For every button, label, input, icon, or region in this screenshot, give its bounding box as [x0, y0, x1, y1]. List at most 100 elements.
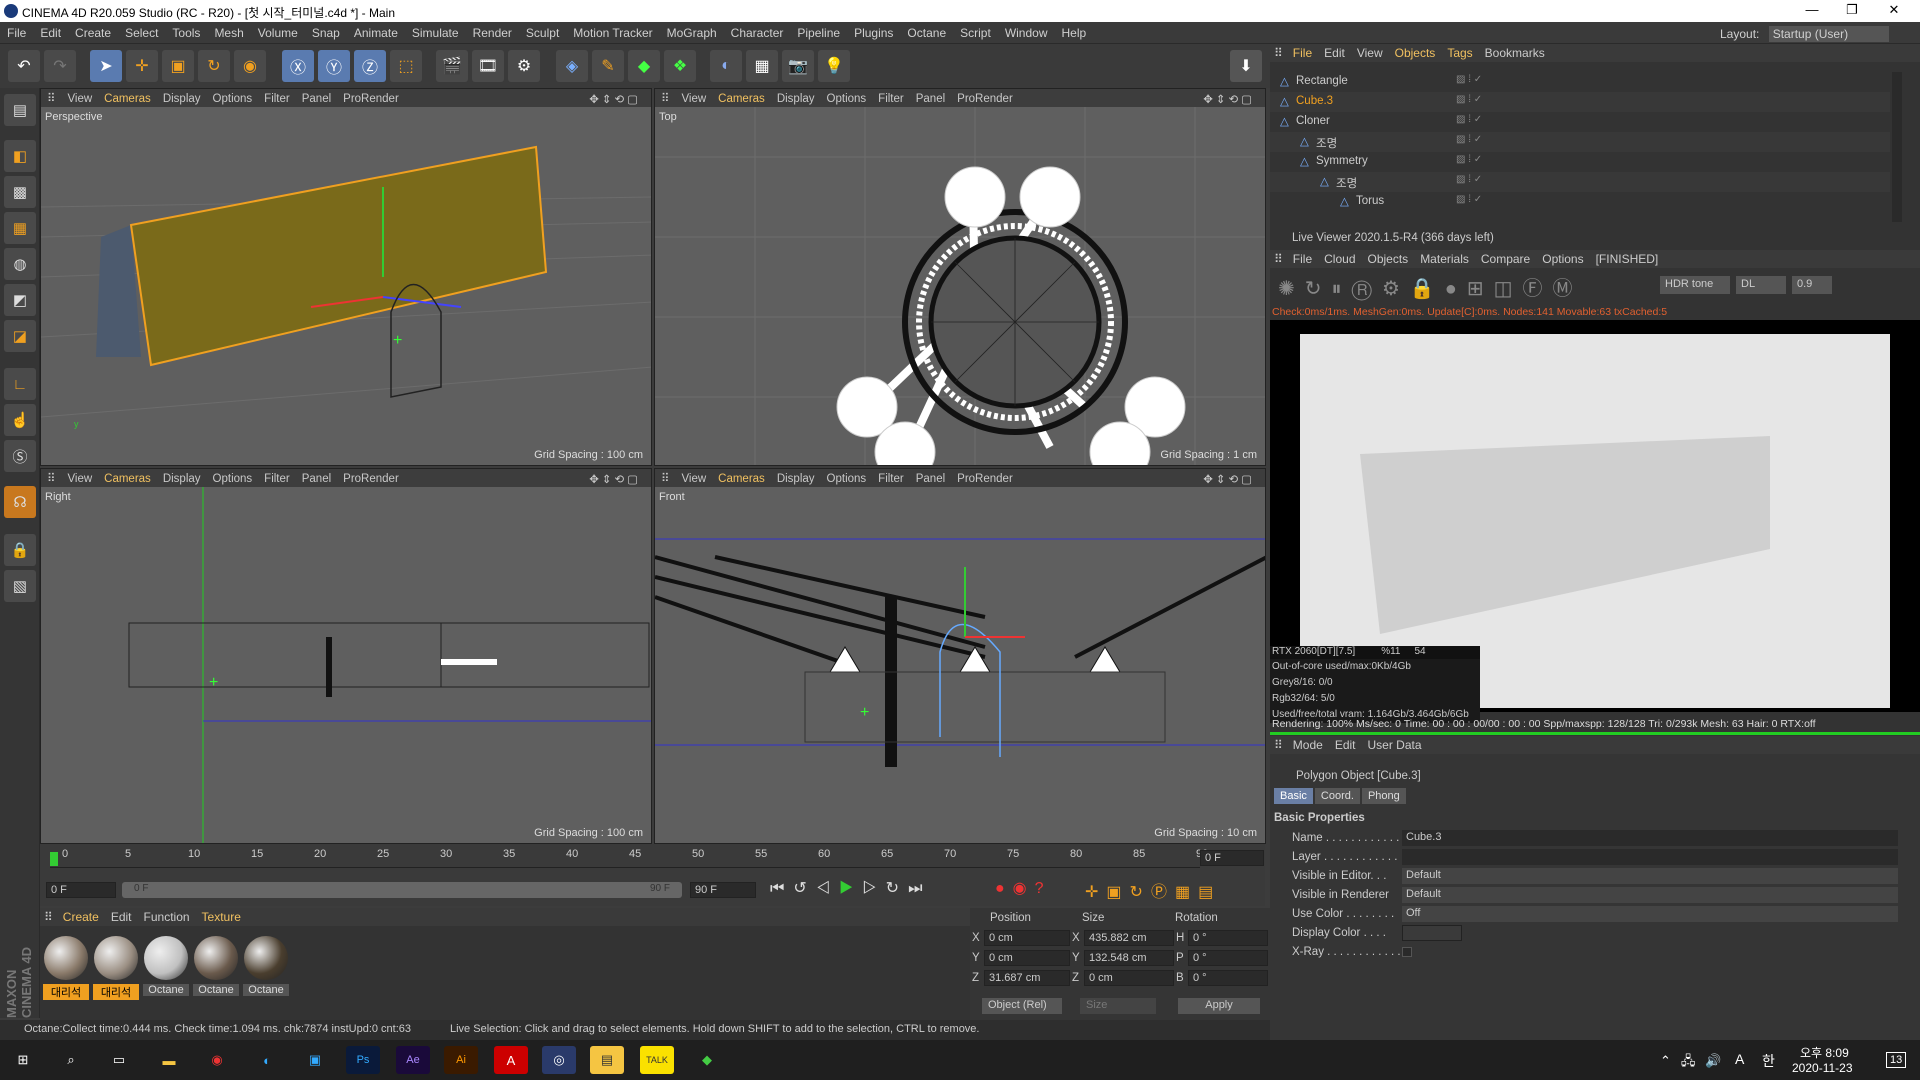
- object-menu-bookmarks[interactable]: Bookmarks: [1479, 44, 1551, 62]
- drag-handle-icon[interactable]: ⠿: [1270, 44, 1287, 62]
- viewport-menu-filter[interactable]: Filter: [258, 91, 296, 107]
- close-button[interactable]: ✕: [1872, 2, 1916, 18]
- tray-expand-icon[interactable]: ⌃: [1660, 1053, 1681, 1068]
- object-name[interactable]: 조명: [1336, 175, 1357, 191]
- object-menu-edit[interactable]: Edit: [1318, 44, 1351, 62]
- axis-mode-icon[interactable]: ∟: [4, 368, 36, 400]
- coord-mode-select[interactable]: Object (Rel): [982, 998, 1062, 1014]
- coord-system-icon[interactable]: ⬚: [390, 50, 422, 82]
- timeline-ruler[interactable]: 051015202530354045505560657075808590: [50, 846, 1208, 868]
- position-field[interactable]: [984, 970, 1070, 986]
- subdivision-icon[interactable]: ◆: [628, 50, 660, 82]
- light-icon[interactable]: 💡: [818, 50, 850, 82]
- clay-icon[interactable]: ◫: [1494, 278, 1523, 300]
- y-axis-icon[interactable]: Ⓨ: [318, 50, 350, 82]
- drag-handle-icon[interactable]: ⠿: [41, 469, 61, 487]
- menu-motion-tracker[interactable]: Motion Tracker: [566, 22, 659, 44]
- tab-phong[interactable]: Phong: [1361, 788, 1406, 804]
- rotate-icon[interactable]: ↻: [198, 50, 230, 82]
- object-row[interactable]: △ Torus ▨ ⁞ ✓: [1270, 192, 1890, 212]
- goto-end-icon[interactable]: ⏭: [908, 880, 931, 897]
- drag-handle-icon[interactable]: ⠿: [1270, 736, 1287, 754]
- camera-icon[interactable]: 📷: [782, 50, 814, 82]
- material-swatch[interactable]: [94, 936, 138, 980]
- lock-icon[interactable]: 🔒: [1410, 278, 1445, 300]
- viewport-menu-panel[interactable]: Panel: [296, 471, 337, 487]
- visibility-dots-icon[interactable]: ▨ ⁞ ✓: [1456, 194, 1482, 205]
- live-menu-objects[interactable]: Objects: [1362, 250, 1415, 268]
- next-frame-icon[interactable]: ▷: [862, 880, 885, 897]
- menu-mesh[interactable]: Mesh: [207, 22, 250, 44]
- viewport-menu-view[interactable]: View: [61, 471, 98, 487]
- key-scale-icon[interactable]: ▣: [1106, 884, 1129, 901]
- viewport-menu-cameras[interactable]: Cameras: [712, 91, 771, 107]
- kakaotalk-icon[interactable]: TALK: [640, 1046, 674, 1074]
- live-menu-materials[interactable]: Materials: [1414, 250, 1475, 268]
- drag-handle-icon[interactable]: ⠿: [655, 469, 675, 487]
- menu-help[interactable]: Help: [1055, 22, 1094, 44]
- drag-handle-icon[interactable]: ⠿: [655, 89, 675, 107]
- menu-file[interactable]: File: [0, 22, 33, 44]
- viewport-menu-view[interactable]: View: [675, 91, 712, 107]
- menu-octane[interactable]: Octane: [900, 22, 953, 44]
- object-menu-file[interactable]: File: [1287, 44, 1318, 62]
- menu-window[interactable]: Window: [998, 22, 1055, 44]
- coord-size-select[interactable]: Size: [1080, 998, 1156, 1014]
- menu-snap[interactable]: Snap: [305, 22, 347, 44]
- visibility-dots-icon[interactable]: ▨ ⁞ ✓: [1456, 154, 1482, 165]
- menu-animate[interactable]: Animate: [347, 22, 405, 44]
- viewport-menu-prorender[interactable]: ProRender: [337, 91, 405, 107]
- settings-icon[interactable]: ⚙: [1382, 278, 1410, 300]
- mat-pick-icon[interactable]: Ⓜ: [1553, 278, 1583, 300]
- move-icon[interactable]: ✛: [126, 50, 158, 82]
- tab-coord[interactable]: Coord.: [1314, 788, 1360, 804]
- attr-value-field[interactable]: [1402, 849, 1898, 865]
- attr-value-field[interactable]: Default: [1402, 868, 1898, 884]
- viewport-menu-display[interactable]: Display: [157, 471, 207, 487]
- material-menu-create[interactable]: Create: [57, 908, 105, 926]
- ime-indicator[interactable]: A: [1735, 1051, 1744, 1067]
- menu-edit[interactable]: Edit: [33, 22, 68, 44]
- object-name[interactable]: Torus: [1356, 195, 1384, 207]
- menu-character[interactable]: Character: [724, 22, 791, 44]
- hdr-tone-select[interactable]: HDR tone: [1660, 276, 1730, 294]
- points-mode-icon[interactable]: ◍: [4, 248, 36, 280]
- material-swatch[interactable]: [44, 936, 88, 980]
- object-row[interactable]: △ Symmetry ▨ ⁞ ✓: [1270, 152, 1890, 172]
- attr-menu-edit[interactable]: Edit: [1329, 736, 1362, 754]
- key-pla-icon[interactable]: ▦: [1175, 884, 1198, 901]
- visibility-dots-icon[interactable]: ▨ ⁞ ✓: [1456, 74, 1482, 85]
- rotation-field[interactable]: [1188, 950, 1268, 966]
- clock-time[interactable]: 오후 8:09: [1800, 1044, 1849, 1061]
- viewport-menu-options[interactable]: Options: [821, 91, 873, 107]
- live-menu-compare[interactable]: Compare: [1475, 250, 1536, 268]
- menu-create[interactable]: Create: [68, 22, 118, 44]
- material-name[interactable]: 대리석: [43, 984, 89, 1000]
- viewport-nav-icons[interactable]: ✥⇕⟲▢: [583, 470, 647, 488]
- object-name[interactable]: 조명: [1316, 135, 1337, 151]
- material-menu-texture[interactable]: Texture: [196, 908, 247, 926]
- polygons-mode-icon[interactable]: ◪: [4, 320, 36, 352]
- x-axis-icon[interactable]: Ⓧ: [282, 50, 314, 82]
- viewport-menu-panel[interactable]: Panel: [910, 471, 951, 487]
- locked-workplane-icon[interactable]: 🔒: [4, 534, 36, 566]
- timeline-playhead[interactable]: [50, 852, 58, 866]
- position-field[interactable]: [984, 930, 1070, 946]
- menu-pipeline[interactable]: Pipeline: [790, 22, 847, 44]
- viewport-menu-cameras[interactable]: Cameras: [712, 471, 771, 487]
- edges-mode-icon[interactable]: ◩: [4, 284, 36, 316]
- viewport-menu-display[interactable]: Display: [771, 471, 821, 487]
- prev-key-icon[interactable]: ↺: [793, 880, 815, 897]
- rotation-field[interactable]: [1188, 930, 1268, 946]
- viewport-menu-filter[interactable]: Filter: [872, 91, 910, 107]
- menu-script[interactable]: Script: [953, 22, 998, 44]
- attr-menu-mode[interactable]: Mode: [1287, 736, 1329, 754]
- sticky-notes-icon[interactable]: ▤: [590, 1046, 624, 1074]
- size-field[interactable]: [1084, 950, 1174, 966]
- volume-icon[interactable]: 🔊: [1705, 1053, 1731, 1068]
- snap-icon[interactable]: Ⓢ: [4, 440, 36, 472]
- search-icon[interactable]: ⌕: [54, 1046, 88, 1074]
- object-name[interactable]: Symmetry: [1316, 155, 1368, 167]
- minimize-button[interactable]: —: [1790, 2, 1834, 17]
- menu-volume[interactable]: Volume: [251, 22, 305, 44]
